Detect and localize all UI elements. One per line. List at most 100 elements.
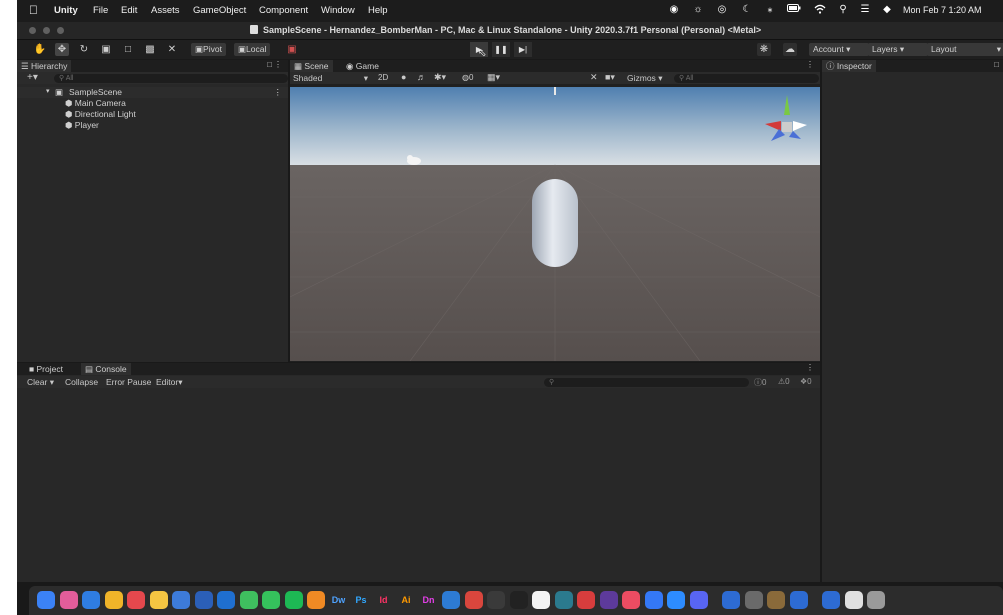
dock-word-icon[interactable] [194, 591, 213, 609]
rect-tool-icon[interactable]: □ [121, 43, 135, 56]
menu-edit[interactable]: Edit [121, 5, 137, 16]
bluetooth-icon[interactable]: ⁎ [764, 4, 776, 16]
menu-file[interactable]: File [93, 5, 108, 16]
dock-messages-icon[interactable] [239, 591, 258, 609]
shading-dropdown[interactable]: Shaded ▾ [293, 73, 368, 83]
battery-icon[interactable] [787, 4, 801, 16]
dock-ps-icon[interactable]: Ps [352, 591, 370, 609]
dock-discord-icon[interactable] [689, 591, 708, 609]
dock-trash-icon[interactable] [867, 591, 885, 609]
dock-chrome-alt-icon[interactable] [644, 591, 663, 609]
dock-facetime-icon[interactable] [262, 591, 280, 609]
clear-button[interactable]: Clear ▾ [27, 377, 54, 388]
pivot-toggle[interactable]: ▣Pivot [191, 43, 226, 56]
dock-downloads-icon[interactable] [844, 591, 863, 609]
hierarchy-item-directional-light[interactable]: ⬢ Directional Light [65, 109, 136, 120]
scale-tool-icon[interactable]: ▣ [99, 43, 113, 56]
scene-search-input[interactable]: ⚲ All [674, 73, 819, 83]
dock-github-icon[interactable] [487, 591, 505, 609]
error-count-toggle[interactable]: ❖0 [800, 377, 812, 386]
siri-icon[interactable]: ◆ [881, 4, 893, 16]
creative-cloud-icon[interactable]: ☼ [692, 4, 704, 16]
grid-toggle-icon[interactable]: ▦▾ [487, 72, 500, 83]
spiral-icon[interactable]: ◎ [716, 4, 728, 16]
scene-viewport[interactable] [290, 87, 820, 361]
dock-vs-2-icon[interactable] [744, 591, 763, 609]
zoom-window-button[interactable] [57, 27, 64, 34]
custom-tool-icon[interactable]: ✕ [165, 43, 179, 56]
player-capsule[interactable] [532, 179, 578, 267]
menu-gameobject[interactable]: GameObject [193, 5, 246, 16]
hierarchy-search-input[interactable]: ⚲ All [54, 73, 288, 83]
dock-unity-icon[interactable] [509, 591, 528, 609]
dock-preview-icon[interactable] [822, 591, 840, 609]
hierarchy-item-main-camera[interactable]: ⬢ Main Camera [65, 98, 126, 109]
dock-finder-icon[interactable] [37, 591, 55, 609]
menu-component[interactable]: Component [259, 5, 308, 16]
audio-icon[interactable]: ♬ [417, 72, 426, 82]
editor-dropdown[interactable]: Editor▾ [156, 377, 183, 388]
dock-vs-1-icon[interactable] [722, 591, 740, 609]
menu-help[interactable]: Help [368, 5, 388, 16]
lock-icon[interactable]: □ [267, 60, 272, 69]
camera-gizmo[interactable] [554, 87, 556, 95]
dock-creative-cloud-icon[interactable] [464, 591, 483, 609]
dock-chrome-icon[interactable] [104, 591, 123, 609]
more-options-icon[interactable]: ⋮ [274, 60, 282, 69]
lighting-icon[interactable]: ● [401, 72, 406, 82]
dock-mm-icon[interactable] [554, 591, 573, 609]
control-center-icon[interactable]: ☰ [859, 4, 871, 16]
dock-notes-icon[interactable] [149, 591, 168, 609]
console-search-input[interactable]: ⚲ [544, 377, 749, 387]
dock-blender-icon[interactable] [307, 591, 325, 609]
expand-arrow-icon[interactable]: ▾ [46, 87, 50, 95]
pause-button[interactable]: ❚❚ [492, 42, 510, 57]
dock-safari-icon[interactable] [82, 591, 100, 609]
tab-project[interactable]: ■ Project [25, 363, 67, 375]
record-icon[interactable]: ◉ [668, 4, 680, 16]
hand-tool-icon[interactable]: ✋ [33, 43, 47, 56]
search-icon[interactable]: ⚲ [837, 4, 849, 16]
dock-zoom-icon[interactable] [667, 591, 685, 609]
dock-outlook-icon[interactable] [217, 591, 235, 609]
error-pause-toggle[interactable]: Error Pause [106, 377, 151, 387]
add-icon[interactable]: +▾ [27, 72, 38, 83]
collapse-toggle[interactable]: Collapse [65, 377, 98, 387]
moon-icon[interactable]: ☾ [741, 4, 753, 16]
rotate-tool-icon[interactable]: ↻ [77, 43, 91, 56]
menu-unity[interactable]: Unity [54, 5, 78, 16]
dock-calendar-icon[interactable] [127, 591, 145, 609]
wifi-icon[interactable] [814, 4, 826, 16]
dock-ai-icon[interactable]: Ai [397, 591, 415, 609]
effects-icon[interactable]: ✱▾ [434, 72, 446, 83]
dock-vs-3-icon[interactable] [767, 591, 785, 609]
layout-dropdown[interactable]: Layout ▾ [927, 43, 1003, 56]
more-options-icon[interactable]: ⋮ [806, 363, 814, 372]
dock-dn-icon[interactable]: Dn [420, 591, 438, 609]
hierarchy-item-player[interactable]: ⬢ Player [65, 120, 99, 131]
collab-icon[interactable]: ❋ [757, 43, 771, 56]
dock-launchpad-icon[interactable] [59, 591, 78, 609]
lock-icon[interactable]: □ [994, 60, 999, 69]
scene-row[interactable]: ▾ ▣ SampleScene ⋮ [17, 87, 288, 98]
gizmos-dropdown[interactable]: Gizmos ▾ [627, 73, 662, 84]
account-dropdown[interactable]: Account ▾ [809, 43, 869, 56]
dock-music-icon[interactable] [622, 591, 640, 609]
close-window-button[interactable] [29, 27, 36, 34]
more-options-icon[interactable]: ⋮ [806, 60, 814, 69]
tab-inspector[interactable]: ⓘ Inspector [822, 60, 876, 72]
tab-hierarchy[interactable]: ☰ Hierarchy [17, 60, 72, 72]
dock-notion-icon[interactable] [532, 591, 550, 609]
more-options-icon[interactable]: ⋮ [274, 87, 283, 98]
dock-spotify-icon[interactable] [284, 591, 303, 609]
tab-console[interactable]: ▤ Console [81, 363, 131, 375]
local-toggle[interactable]: ▣Local [234, 43, 271, 56]
layers-dropdown[interactable]: Layers ▾ [868, 43, 928, 56]
transform-tool-icon[interactable]: ▩ [143, 43, 157, 56]
tab-scene[interactable]: ▦ Scene [290, 60, 333, 72]
warning-count-toggle[interactable]: ⚠0 [778, 377, 790, 386]
2d-toggle[interactable]: 2D [378, 73, 388, 82]
hidden-objects-toggle[interactable]: ◍0 [462, 73, 473, 82]
step-button[interactable]: ▶| [514, 42, 532, 57]
snap-icon[interactable]: ▣ [285, 43, 299, 56]
